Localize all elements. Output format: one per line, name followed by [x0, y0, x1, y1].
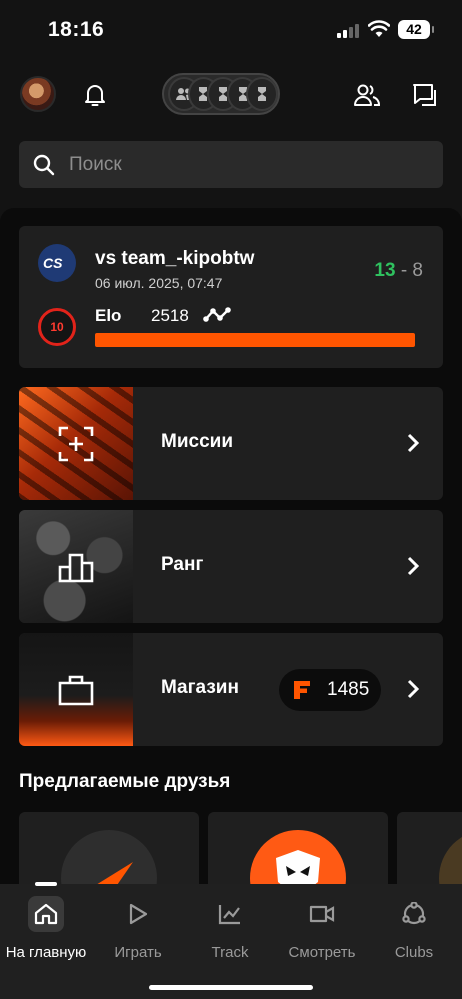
status-bar: 18:16 42	[0, 0, 462, 58]
suggested-friend-card[interactable]	[19, 812, 199, 884]
cellular-signal-icon	[337, 22, 361, 38]
briefcase-icon	[58, 675, 94, 705]
tab-home[interactable]: На главную	[0, 896, 92, 962]
profile-avatar[interactable]	[20, 76, 56, 112]
elo-label: Elo	[95, 306, 122, 325]
tab-indicator	[35, 882, 57, 886]
chart-icon	[212, 896, 248, 932]
coin-value: 1485	[327, 679, 370, 700]
tab-watch-label: Смотреть	[288, 944, 356, 961]
score-win: 13	[374, 260, 396, 281]
search-placeholder: Поиск	[69, 153, 122, 175]
party-slot-icon[interactable]	[246, 77, 278, 111]
rank-label: Ранг	[161, 554, 204, 575]
tab-watch[interactable]: Смотреть	[276, 896, 368, 962]
friend-avatar	[439, 830, 462, 884]
match-date: 06 июл. 2025, 07:47	[95, 275, 223, 291]
shop-label: Магазин	[161, 677, 239, 698]
suggested-friends-title: Предлагаемые друзья	[19, 771, 231, 792]
chevron-right-icon	[407, 679, 419, 699]
podium-icon	[58, 553, 94, 582]
match-opponent: vs team_-kipobtw	[95, 248, 255, 269]
elo-progress-fill	[95, 333, 415, 347]
skill-level-badge: 10	[38, 308, 76, 346]
wifi-icon	[368, 20, 390, 37]
tab-track[interactable]: Track	[184, 896, 276, 962]
chat-icon[interactable]	[410, 80, 440, 110]
friends-icon[interactable]	[352, 80, 382, 110]
clubs-icon	[396, 896, 432, 932]
coin-balance: 1485	[279, 669, 381, 711]
missions-label: Миссии	[161, 431, 234, 452]
elo-value: 2518	[151, 306, 189, 325]
chevron-right-icon	[407, 433, 419, 453]
bottom-tab-bar: На главную Играть Track Смотреть Clubs	[0, 882, 462, 999]
suggested-friend-card[interactable]	[208, 812, 388, 884]
tab-play-label: Играть	[114, 944, 162, 961]
home-icon	[28, 896, 64, 932]
mission-target-icon	[58, 426, 94, 461]
tab-home-label: На главную	[5, 944, 87, 961]
party-slots[interactable]	[162, 73, 280, 115]
battery-indicator: 42	[398, 20, 434, 39]
cs2-game-logo-icon: CS	[38, 244, 76, 282]
home-indicator	[149, 985, 313, 990]
rank-thumbnail	[19, 510, 133, 623]
last-match-card[interactable]: CS vs team_-kipobtw 06 июл. 2025, 07:47 …	[19, 226, 443, 368]
rank-card[interactable]: Ранг	[19, 510, 443, 623]
play-icon	[120, 896, 156, 932]
status-time: 18:16	[48, 18, 105, 41]
shop-card[interactable]: Магазин 1485	[19, 633, 443, 746]
suggested-friend-card[interactable]	[397, 812, 462, 884]
elo-progress-bar	[95, 333, 415, 347]
chevron-right-icon	[407, 556, 419, 576]
team-logo-icon	[276, 850, 320, 884]
missions-thumbnail	[19, 387, 133, 500]
notifications-bell-icon[interactable]	[80, 80, 110, 110]
score-separator: -	[400, 260, 408, 281]
tab-track-label: Track	[211, 944, 249, 961]
search-icon	[33, 154, 55, 175]
faceit-coin-icon	[294, 681, 310, 699]
tab-clubs[interactable]: Clubs	[368, 896, 460, 962]
tab-clubs-label: Clubs	[394, 944, 434, 961]
elo-trend-icon	[203, 307, 231, 322]
svg-text:CS: CS	[43, 255, 63, 271]
shop-thumbnail	[19, 633, 133, 746]
search-input[interactable]: Поиск	[19, 141, 443, 188]
video-icon	[304, 896, 340, 932]
faceit-logo-icon	[97, 862, 133, 884]
home-feed: CS vs team_-kipobtw 06 июл. 2025, 07:47 …	[0, 208, 462, 884]
missions-card[interactable]: Миссии	[19, 387, 443, 500]
tab-play[interactable]: Играть	[92, 896, 184, 962]
score-lose: 8	[412, 260, 423, 281]
match-score: 13 - 8	[374, 260, 423, 282]
